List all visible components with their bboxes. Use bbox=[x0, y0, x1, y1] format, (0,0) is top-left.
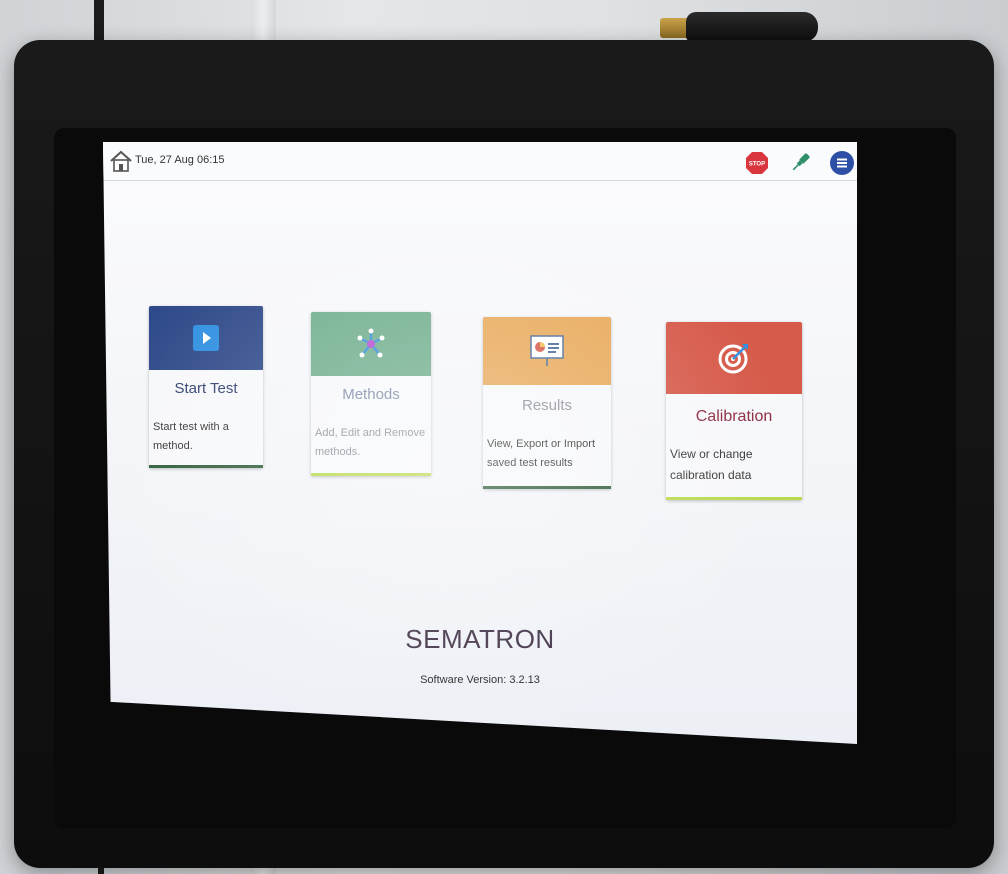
top-bar: Tue, 27 Aug 06:15 STOP bbox=[103, 142, 857, 181]
tile-methods-header bbox=[311, 312, 431, 376]
tile-start-test-underline bbox=[149, 465, 263, 468]
tile-methods-title: Methods bbox=[342, 386, 400, 403]
tile-calibration-description: View or change calibration data bbox=[670, 447, 753, 482]
antenna bbox=[660, 12, 818, 42]
presentation-icon bbox=[530, 335, 564, 366]
antenna-body bbox=[686, 12, 818, 42]
tile-calibration-title: Calibration bbox=[695, 408, 773, 425]
tile-calibration-underline bbox=[666, 497, 802, 500]
tile-results-description: View, Export or Import saved test result… bbox=[487, 438, 596, 469]
stop-label: STOP bbox=[749, 162, 765, 168]
stop-icon[interactable]: STOP bbox=[745, 151, 769, 175]
home-icon[interactable] bbox=[109, 149, 133, 173]
tile-methods[interactable]: Methods Add, Edit and Remove methods. bbox=[311, 312, 431, 476]
wall-cable-top bbox=[94, 0, 104, 40]
tile-methods-description: Add, Edit and Remove methods. bbox=[315, 427, 426, 458]
tile-results-header bbox=[483, 317, 611, 385]
datetime: Tue, 27 Aug 06:15 bbox=[135, 154, 225, 166]
tile-start-test-description: Start test with a method. bbox=[153, 421, 229, 452]
tile-calibration[interactable]: Calibration View or change calibration d… bbox=[666, 322, 802, 500]
methods-icon bbox=[357, 328, 385, 358]
tile-results[interactable]: Results View, Export or Import saved tes… bbox=[483, 317, 611, 489]
target-icon bbox=[718, 344, 748, 374]
touch-screen: Tue, 27 Aug 06:15 STOP Start Test Start … bbox=[103, 142, 857, 744]
tile-results-underline bbox=[483, 486, 611, 489]
tile-methods-underline bbox=[311, 473, 431, 476]
tile-results-title: Results bbox=[521, 397, 573, 414]
tile-start-test[interactable]: Start Test Start test with a method. bbox=[149, 306, 263, 468]
tile-calibration-header bbox=[666, 322, 802, 394]
plug-icon[interactable] bbox=[789, 150, 813, 174]
software-version: Software Version: 3.2.13 bbox=[420, 674, 540, 686]
tile-start-test-title: Start Test bbox=[174, 380, 238, 397]
play-icon bbox=[193, 325, 219, 351]
menu-icon[interactable] bbox=[829, 150, 855, 176]
tile-start-test-header bbox=[149, 306, 263, 370]
brand-logo-text: SEMATRON bbox=[405, 624, 555, 654]
